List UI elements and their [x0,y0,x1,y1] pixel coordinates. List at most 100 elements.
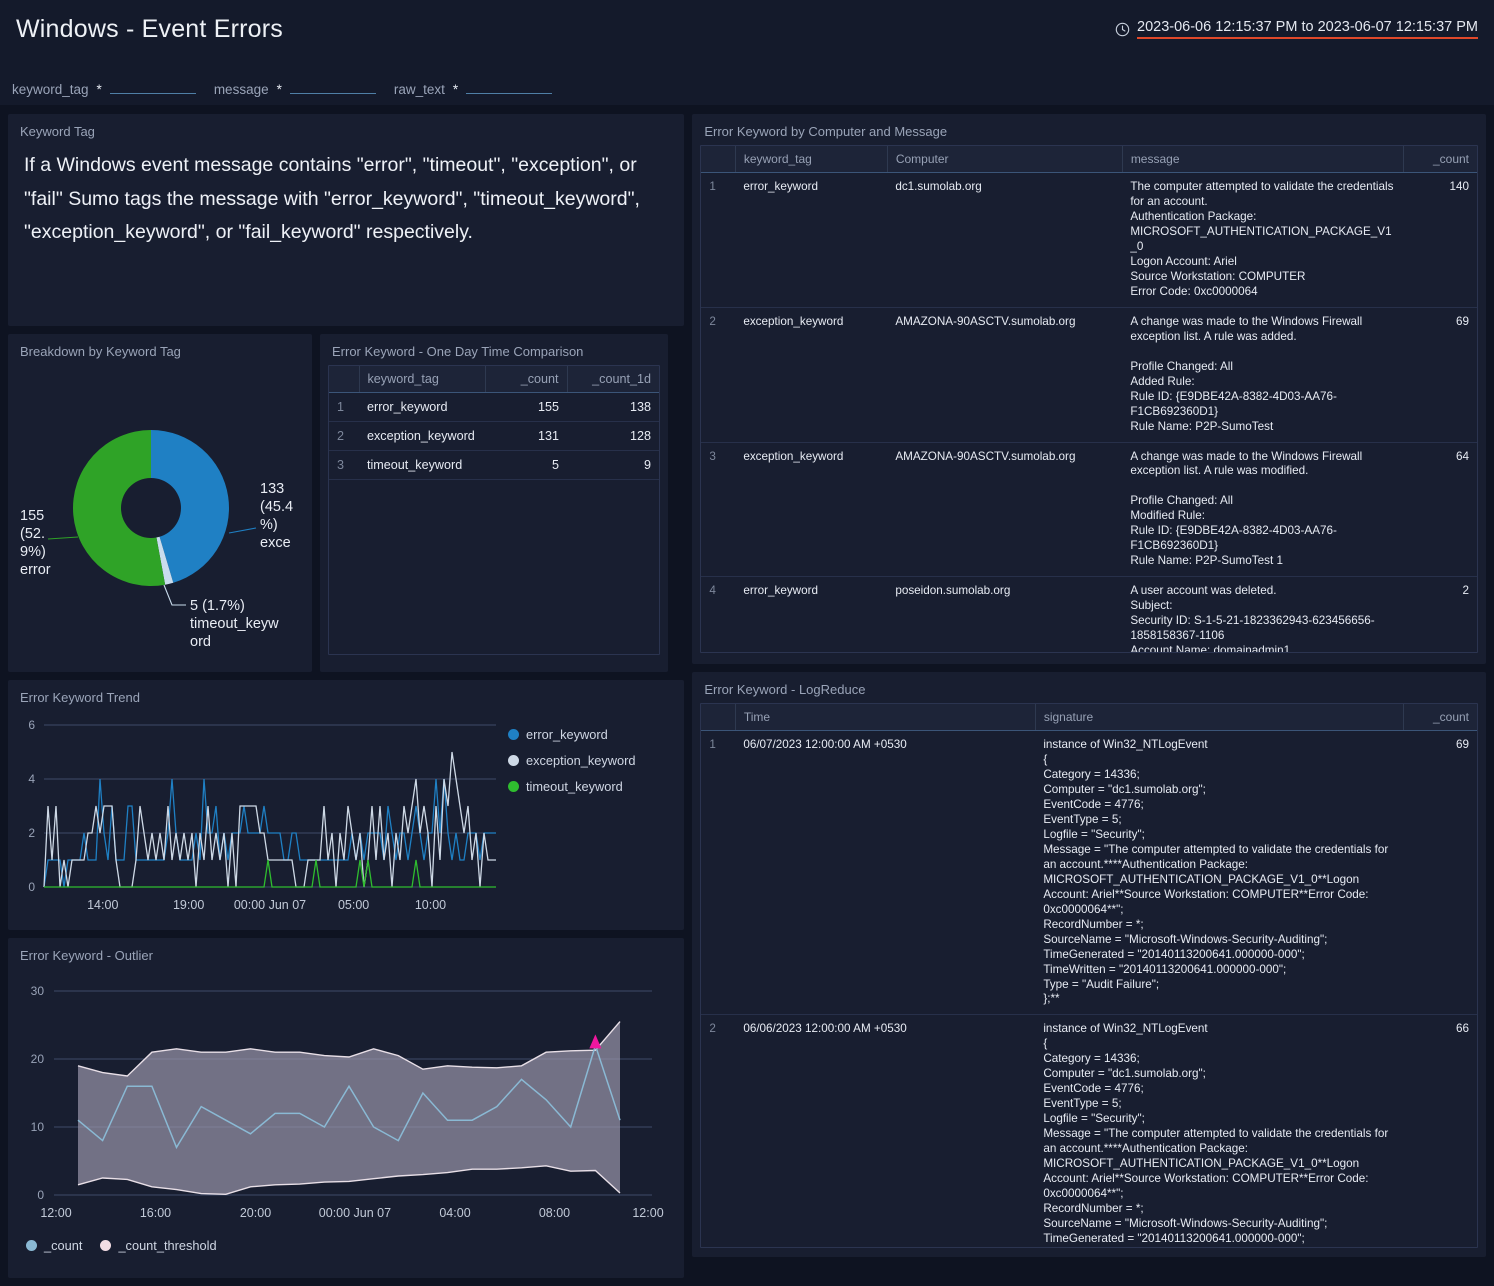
col-count-1d[interactable]: _count_1d [566,366,659,393]
x-tick-label: 00:00 Jun 07 [234,898,306,912]
donut-chart-svg: 133 (45.4%) exce 155 (52. 9%) error 5 (1.7%) tim… [20,430,293,650]
filter-message[interactable]: message * [214,82,376,97]
col-index[interactable] [701,146,736,173]
cell-computer: dc1.sumolab.org [887,172,1123,308]
col-index[interactable] [329,366,359,393]
donut-label-0: 133 (45.4%) exce [228,481,293,551]
legend-label: _count_threshold [118,1238,217,1253]
x-tick-label: 16:00 [140,1206,171,1220]
computer-table-frame[interactable]: keyword_tag Computer message _count 1 err… [700,145,1478,653]
svg-text:155: 155 [20,508,44,524]
table-row[interactable]: 1 06/07/2023 12:00:00 AM +0530 instance of… [701,730,1477,1016]
y-tick-label: 10 [31,1120,45,1134]
table-header-row: keyword_tag Computer message _count [701,146,1477,173]
table-row[interactable]: 3 timeout_keyword 5 9 [329,450,659,481]
x-tick-label: 00:00 Jun 07 [319,1206,391,1220]
donut-chart[interactable]: 133 (45.4%) exce 155 (52. 9%) error 5 (1.7%) tim… [8,365,312,670]
time-range-label[interactable]: 2023-06-06 12:15:37 PM to 2023-06-07 12:… [1137,19,1478,39]
col-computer[interactable]: Computer [886,146,1123,173]
series-line-timeout_keyword [44,859,496,888]
col-keyword-tag[interactable]: keyword_tag [358,366,485,393]
outlier-marker[interactable] [589,1034,602,1049]
cell-idx: 4 [701,576,736,652]
panel-outlier: Error Keyword - Outlier 0 10 20 30 12:00 16:0… [8,938,685,1278]
legend-label: timeout_keyword [526,779,623,794]
col-message[interactable]: message [1121,146,1403,173]
table-row[interactable]: 1 error_keyword 155 138 [329,392,659,423]
page-title: Windows - Event Errors [16,14,283,43]
table-row[interactable]: 3 exception_keyword AMAZONA-90ASCTV.sumola… [701,442,1477,578]
cell-time: 06/06/2023 12:00:00 AM +0530 [735,1014,1036,1247]
col-signature[interactable]: signature [1034,704,1403,731]
legend-dot-icon [508,781,519,792]
cell-count: 2 [1403,576,1477,652]
panel-breakdown: Breakdown by Keyword Tag 133 (45.4%) exce 1… [8,334,312,672]
panel-title: Error Keyword by Computer and Message [704,124,948,139]
y-tick-label: 20 [31,1052,45,1066]
cell-keyword-tag: exception_keyword [735,307,888,443]
y-tick-label: 4 [28,772,35,786]
comparison-table: keyword_tag _count _count_1d 1 error_keyw… [329,366,659,481]
computer-table-body: 1 error_keyword dc1.sumolab.org The compute… [701,172,1477,652]
outlier-chart[interactable]: 0 10 20 30 12:00 16:00 20:00 00:00 Jun 07 04:00 0… [8,969,684,1253]
panel-time-comparison: Error Keyword - One Day Time Comparison … [320,334,668,672]
legend-item-timeout_keyword[interactable]: timeout_keyword [508,779,636,794]
search-input[interactable] [289,91,376,94]
panel-trend: Error Keyword Trend 0 2 4 6 14:00 19:00 00:00 … [8,680,685,930]
filter-raw-text[interactable]: raw_text * [393,82,553,97]
logreduce-table-frame[interactable]: Time signature _count 1 06/07/2023 12:00:… [700,703,1478,1248]
cell-keyword_tag: error_keyword [359,392,485,423]
filter-label: raw_text [393,82,445,97]
panel-by-computer: Error Keyword by Computer and Message ke… [692,114,1486,664]
comparison-table-frame: keyword_tag _count _count_1d 1 error_keyw… [328,365,660,655]
cell-message: The computer attempted to validate the c… [1122,172,1403,308]
col-count[interactable]: _count [1402,704,1477,731]
legend-item-_count[interactable]: _count [26,1238,82,1253]
donut-label-1: 155 (52. 9%) error [20,508,79,578]
cell-count: 64 [1403,442,1477,578]
table-row[interactable]: 2 exception_keyword AMAZONA-90ASCTV.sumola… [701,307,1477,443]
col-keyword-tag[interactable]: keyword_tag [734,146,888,173]
col-count[interactable]: _count [484,366,567,393]
y-tick-label: 2 [28,826,35,840]
series-line-exception_keyword [43,751,496,888]
filter-bar: keyword_tag * message * raw_text * [0,58,1494,106]
col-count[interactable]: _count [1402,146,1477,173]
cell-message: A change was made to the Windows Firewal… [1122,307,1403,443]
legend-item-_count_threshold[interactable]: _count_threshold [100,1238,217,1253]
cell-count_1d: 9 [567,450,659,481]
cell-computer: AMAZONA-90ASCTV.sumolab.org [887,307,1123,443]
table-row[interactable]: 1 error_keyword dc1.sumolab.org The compute… [701,172,1477,308]
computer-table-wrap: keyword_tag Computer message _count 1 err… [692,145,1486,661]
search-input[interactable] [466,91,553,94]
logreduce-table-wrap: Time signature _count 1 06/07/2023 12:00:… [692,703,1486,1256]
legend-dot-icon [508,755,519,766]
cell-message: A change was made to the Windows Firewal… [1122,442,1403,578]
panel-keyword-tag: Keyword Tag If a Windows event message c… [8,114,685,326]
table-row[interactable]: 2 exception_keyword 131 128 [329,421,659,452]
filter-keyword-tag[interactable]: keyword_tag * [12,82,196,97]
legend-item-exception_keyword[interactable]: exception_keyword [508,753,636,768]
cell-idx: 2 [701,1014,736,1247]
col-time[interactable]: Time [734,704,1036,731]
comparison-table-wrap: keyword_tag _count _count_1d 1 error_keyw… [320,365,668,663]
table-row[interactable]: 4 error_keyword poseidon.sumolab.org A user… [701,576,1477,652]
table-row[interactable]: 2 06/06/2023 12:00:00 AM +0530 instance of… [701,1014,1477,1247]
svg-text:%): %) [260,517,278,533]
search-input[interactable] [109,91,196,94]
x-tick-label: 12:00 [632,1206,663,1220]
time-range-picker[interactable]: 2023-06-06 12:15:37 PM to 2023-06-07 12:… [1115,19,1478,39]
dashboard-grid: Keyword Tag If a Windows event message c… [0,106,1494,1286]
left-column: Keyword Tag If a Windows event message c… [8,114,685,1278]
y-tick-label: 6 [28,718,35,732]
cell-idx: 1 [701,730,736,1016]
cell-count: 140 [1403,172,1477,308]
col-index[interactable] [701,704,736,731]
legend-item-error_keyword[interactable]: error_keyword [508,727,636,742]
trend-chart[interactable]: 0 2 4 6 14:00 19:00 00:00 Jun 07 05:00 10:00 err… [8,711,684,926]
svg-text:5 (1.7%): 5 (1.7%) [190,598,245,614]
table-header-row: keyword_tag _count _count_1d [329,366,659,393]
svg-text:exce: exce [260,535,291,551]
panel-title: Breakdown by Keyword Tag [20,344,181,359]
cell-idx: 2 [329,421,359,452]
